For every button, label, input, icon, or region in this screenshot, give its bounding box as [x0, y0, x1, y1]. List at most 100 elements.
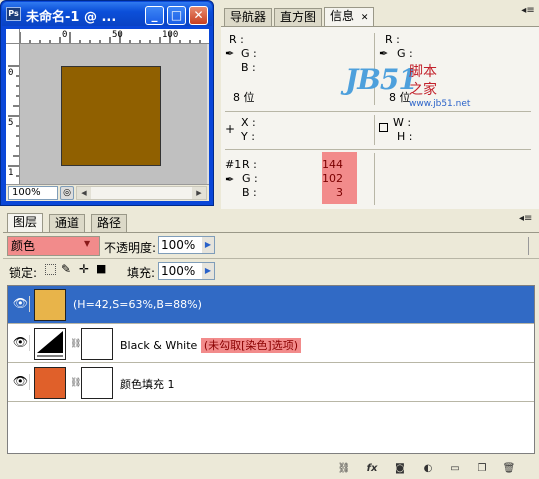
divider — [225, 149, 531, 150]
tab-info[interactable]: 信息 ✕ — [324, 7, 375, 26]
lock-move-icon[interactable]: ✛ — [79, 262, 89, 276]
ruler-label: 0 — [8, 68, 14, 78]
readout-label: H : — [397, 130, 413, 143]
link-layers-icon[interactable]: ⛓ — [336, 463, 352, 477]
ruler-label: 100 — [162, 30, 179, 40]
adjustment-icon[interactable] — [34, 328, 66, 360]
layer-row-black-white[interactable]: 👁 ⛓ Black & White (未勾取[染色]选项) — [8, 325, 534, 363]
fill-input[interactable]: 100% — [158, 262, 203, 280]
tab-channels[interactable]: 通道 — [49, 214, 86, 232]
chain-link-icon[interactable]: ⛓ — [70, 378, 81, 390]
opacity-input[interactable]: 100% — [158, 236, 203, 254]
visibility-eye-icon[interactable]: 👁 — [12, 374, 30, 390]
canvas-pasteboard[interactable] — [20, 44, 207, 184]
layer-name[interactable]: Black & White (未勾取[染色]选项) — [120, 337, 301, 353]
fill-slider-arrow-icon[interactable]: ▶ — [202, 262, 215, 280]
layer-row-hue-saturation[interactable]: 👁 (H=42,S=63%,B=88%) — [8, 286, 534, 324]
readout-label: B : — [241, 61, 256, 74]
tab-close-icon[interactable]: ✕ — [361, 13, 369, 23]
bit-depth-label: 8 位 — [233, 91, 255, 104]
chain-link-icon[interactable]: ⛓ — [70, 339, 81, 351]
divider — [3, 258, 539, 259]
visibility-eye-icon[interactable]: 👁 — [12, 296, 30, 312]
watermark-name-2: 之家 — [409, 82, 437, 98]
tab-layers[interactable]: 图层 — [7, 213, 44, 232]
panel-menu-icon[interactable]: ◂≡ — [519, 213, 532, 224]
readout-label: B : — [242, 186, 257, 199]
zoom-field[interactable]: 100% — [8, 186, 58, 200]
ruler-label: 50 — [112, 30, 123, 40]
document-titlebar[interactable]: Ps 未命名-1 @ ... _ □ ✕ — [2, 2, 212, 26]
adjustment-layer-icon[interactable]: ◐ — [420, 463, 436, 477]
ruler-label: 0 — [62, 30, 68, 40]
blend-mode-value: 颜色 — [11, 239, 36, 253]
fx-icon[interactable]: fx — [364, 463, 380, 477]
tab-navigator[interactable]: 导航器 — [224, 8, 273, 26]
layers-panel-body: 颜色 ▼ 不透明度: 100% ▶ 锁定: ✎ ✛ ■ 填充: 100% ▶ 👁… — [3, 232, 539, 478]
watermark-url: www.jb51.net — [409, 99, 471, 109]
opacity-slider-arrow-icon[interactable]: ▶ — [202, 236, 215, 254]
fill-layer-thumbnail[interactable] — [34, 367, 66, 399]
readout-label: X : — [241, 116, 256, 129]
readout-label: R : — [242, 158, 257, 171]
watermark-name-1: 脚本 — [409, 64, 437, 80]
maximize-button[interactable]: □ — [167, 6, 186, 25]
layers-tabbar: 图层 通道 路径 ◂≡ — [3, 211, 539, 232]
color-sampler-icon: ✒ — [225, 173, 235, 186]
info-panel-body: R : ✒ G : B : 8 位 R : ✒ G : 8 位 + X : Y … — [221, 26, 539, 209]
lock-label: 锁定: — [9, 266, 38, 280]
scroll-right-icon[interactable]: ▶ — [192, 187, 206, 199]
divider — [374, 115, 375, 145]
horizontal-scrollbar[interactable]: ◀ ▶ — [76, 186, 207, 200]
info-panel: 导航器 直方图 信息 ✕ ◂≡ R : ✒ G : B : 8 位 R : ✒ … — [221, 4, 539, 209]
ruler-label: 5 — [8, 118, 14, 128]
ruler-vertical: 0 5 1 — [6, 44, 20, 184]
visibility-eye-icon[interactable]: 👁 — [12, 335, 30, 351]
fill-label: 填充: — [127, 266, 156, 280]
layer-name[interactable]: (H=42,S=63%,B=88%) — [73, 298, 202, 311]
tab-paths[interactable]: 路径 — [91, 214, 128, 232]
divider — [374, 153, 375, 205]
trash-icon[interactable]: 🗑 — [501, 463, 517, 477]
readout-label: R : — [385, 33, 400, 46]
layer-name-text: Black & White — [120, 339, 198, 352]
selection-size-icon — [379, 123, 388, 132]
layer-mask-thumbnail[interactable] — [81, 367, 113, 399]
scroll-left-icon[interactable]: ◀ — [77, 187, 91, 199]
canvas-image[interactable] — [61, 66, 161, 166]
new-layer-icon[interactable]: ❐ — [474, 463, 490, 477]
readout-label: G : — [242, 172, 258, 185]
lock-transparency-icon[interactable] — [45, 264, 56, 275]
readout-label: R : — [229, 33, 244, 46]
photoshop-app-icon: Ps — [6, 7, 21, 21]
ruler-origin[interactable] — [6, 29, 20, 44]
minimize-button[interactable]: _ — [145, 6, 164, 25]
layers-footer: ⛓ fx ◙ ◐ ▭ ❐ 🗑 — [3, 461, 539, 479]
layer-name[interactable]: 颜色填充 1 — [120, 376, 175, 392]
tab-histogram[interactable]: 直方图 — [274, 8, 323, 26]
status-menu-icon[interactable]: ◎ — [60, 186, 74, 200]
readout-label: W : — [393, 116, 412, 129]
close-button[interactable]: ✕ — [189, 6, 208, 25]
lock-all-icon[interactable]: ■ — [96, 262, 106, 275]
panel-menu-icon[interactable]: ◂≡ — [520, 5, 536, 19]
layers-list: 👁 (H=42,S=63%,B=88%) 👁 ⛓ Black & White ( — [7, 285, 535, 454]
resize-grip — [528, 237, 534, 255]
vertical-scrollbar[interactable] — [207, 44, 209, 184]
layer-row-color-fill[interactable]: 👁 ⛓ 颜色填充 1 — [8, 364, 534, 402]
readout-label: Y : — [241, 130, 255, 143]
lock-brush-icon[interactable]: ✎ — [61, 262, 71, 276]
ruler-label: 1 — [8, 168, 14, 178]
layer-thumbnail[interactable] — [34, 289, 66, 321]
add-mask-icon[interactable]: ◙ — [392, 463, 408, 477]
readout-label: G : — [241, 47, 257, 60]
watermark-jb51: JB51 — [345, 63, 418, 96]
layer-mask-thumbnail[interactable] — [81, 328, 113, 360]
document-statusbar: 100% ◎ ◀ ▶ — [6, 184, 209, 201]
document-title: 未命名-1 @ ... — [26, 10, 117, 25]
sample-value-r: 144 — [322, 158, 343, 171]
layers-panel: 图层 通道 路径 ◂≡ 颜色 ▼ 不透明度: 100% ▶ 锁定: ✎ ✛ ■ … — [3, 211, 539, 478]
chevron-down-icon[interactable]: ▼ — [84, 239, 94, 249]
document-window: Ps 未命名-1 @ ... _ □ ✕ 0 50 100 0 5 1 100%… — [0, 0, 214, 206]
new-group-icon[interactable]: ▭ — [447, 463, 463, 477]
